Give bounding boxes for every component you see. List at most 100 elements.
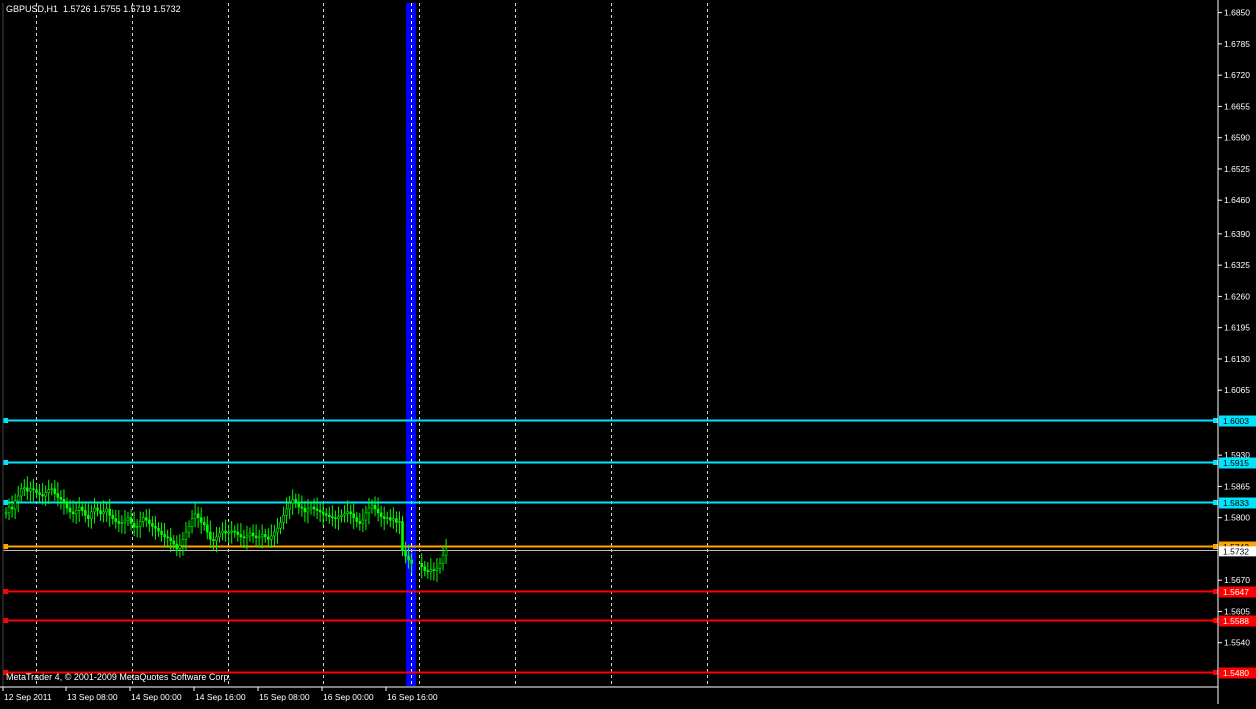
candle-body xyxy=(285,508,288,516)
vertical-blue-marker[interactable] xyxy=(406,3,416,686)
candle-body xyxy=(132,523,136,528)
level-handle-right[interactable] xyxy=(1213,670,1218,675)
candle-body xyxy=(254,535,258,539)
x-tick-label: 16 Sep 00:00 xyxy=(323,692,374,702)
candle-body xyxy=(209,531,212,540)
level-handle-right[interactable] xyxy=(1213,460,1218,465)
candle-body xyxy=(141,517,145,522)
candle-body xyxy=(404,550,407,557)
candle-body xyxy=(32,488,35,491)
candle-body xyxy=(318,510,322,513)
x-tick-label: 14 Sep 16:00 xyxy=(195,692,246,702)
candle-body xyxy=(190,518,194,527)
candle-body xyxy=(420,563,424,568)
candle-body xyxy=(349,511,352,515)
candle-body xyxy=(199,517,203,523)
level-label-text: 1.5588 xyxy=(1223,616,1249,626)
level-label-text: 1.5915 xyxy=(1223,458,1249,468)
candle-body xyxy=(166,536,169,539)
candle-body xyxy=(105,508,108,513)
candle-body xyxy=(151,523,154,527)
candle-body xyxy=(385,517,389,519)
candle-body xyxy=(245,535,249,539)
candle-body xyxy=(181,538,185,546)
candle-body xyxy=(47,489,51,493)
candle-body xyxy=(257,536,261,539)
candle-body xyxy=(321,511,325,515)
y-tick-label: 1.6260 xyxy=(1224,291,1250,301)
candle-body xyxy=(370,504,374,509)
candle-body xyxy=(35,489,38,493)
candle-body xyxy=(56,493,60,498)
candle-body xyxy=(126,517,130,521)
candle-body xyxy=(175,543,179,550)
x-tick-label: 12 Sep 2011 xyxy=(4,692,52,702)
y-tick-label: 1.5800 xyxy=(1224,513,1250,523)
level-handle-left[interactable] xyxy=(3,418,8,423)
candle-body xyxy=(303,507,307,513)
candle-body xyxy=(392,518,395,521)
chart-title: GBPUSD,H1 1.5726 1.5755 1.5719 1.5732 xyxy=(6,4,181,14)
candle-body xyxy=(429,569,433,572)
level-handle-left[interactable] xyxy=(3,618,8,623)
y-tick-label: 1.6065 xyxy=(1224,385,1250,395)
candle-body xyxy=(426,570,430,572)
level-handle-left[interactable] xyxy=(3,589,8,594)
candle-body xyxy=(294,499,298,503)
candle-body xyxy=(297,501,301,508)
candle-body xyxy=(251,532,255,537)
candle-body xyxy=(423,566,427,571)
candle-body xyxy=(16,495,20,502)
level-label-text: 1.5480 xyxy=(1223,668,1249,678)
chart-background xyxy=(0,0,1256,704)
candle-body xyxy=(279,522,282,529)
candle-body xyxy=(309,506,313,510)
candle-body xyxy=(379,512,383,517)
symbol-label: GBPUSD,H1 xyxy=(6,4,59,14)
candle-body xyxy=(50,488,54,491)
candle-body xyxy=(260,534,264,538)
candle-body xyxy=(38,492,41,495)
candle-body xyxy=(178,545,182,550)
candle-body xyxy=(172,540,176,545)
level-handle-left[interactable] xyxy=(3,500,8,505)
candle-body xyxy=(334,517,337,519)
candle-body xyxy=(123,519,127,523)
candle-body xyxy=(407,555,410,561)
candle-body xyxy=(410,559,413,564)
candle-body xyxy=(327,514,331,517)
candle-body xyxy=(196,513,200,518)
level-handle-left[interactable] xyxy=(3,544,8,549)
candle-body xyxy=(157,527,160,532)
candle-body xyxy=(361,519,365,524)
candle-body xyxy=(212,538,215,542)
candle-body xyxy=(355,517,359,522)
candle-body xyxy=(270,535,273,540)
y-tick-label: 1.6785 xyxy=(1224,39,1250,49)
level-handle-right[interactable] xyxy=(1213,618,1218,623)
level-handle-right[interactable] xyxy=(1213,589,1218,594)
candle-body xyxy=(19,488,23,497)
y-tick-label: 1.6525 xyxy=(1224,164,1250,174)
candle-body xyxy=(346,511,349,515)
candle-body xyxy=(59,497,63,500)
candle-body xyxy=(218,532,221,538)
candle-body xyxy=(93,507,96,513)
candle-body xyxy=(77,506,81,511)
level-handle-left[interactable] xyxy=(3,460,8,465)
candle-body xyxy=(382,516,386,519)
candle-body xyxy=(90,511,93,519)
candle-body xyxy=(300,506,304,509)
candle-body xyxy=(239,534,243,538)
level-handle-right[interactable] xyxy=(1213,500,1218,505)
candle-body xyxy=(331,516,334,518)
candle-body xyxy=(441,554,445,564)
x-tick-label: 14 Sep 00:00 xyxy=(131,692,182,702)
candle-body xyxy=(84,510,87,516)
x-tick-label: 15 Sep 08:00 xyxy=(259,692,310,702)
candle-body xyxy=(224,530,227,534)
price-chart[interactable]: 1.6850 1.6785 1.6720 1.6655 1.6590 1.6525 1.64… xyxy=(0,0,1256,704)
level-handle-right[interactable] xyxy=(1213,418,1218,423)
level-handle-right[interactable] xyxy=(1213,544,1218,549)
candle-body xyxy=(248,532,252,537)
